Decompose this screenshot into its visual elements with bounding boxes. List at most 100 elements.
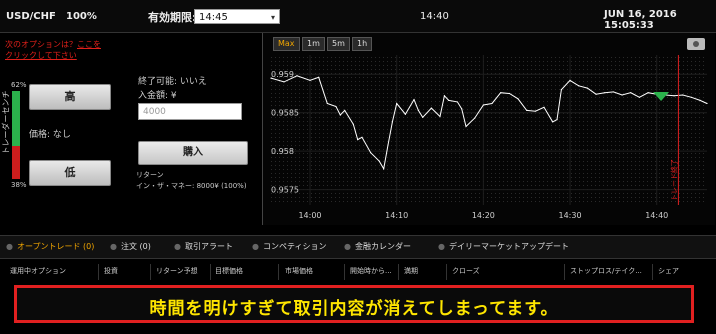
price-point bbox=[621, 94, 623, 96]
price-point bbox=[296, 75, 298, 77]
price-point bbox=[318, 76, 320, 78]
price-point bbox=[604, 92, 606, 94]
currency-pair[interactable]: USD/CHF bbox=[6, 11, 56, 22]
price-point bbox=[357, 139, 359, 141]
x-tick-label: 14:00 bbox=[298, 211, 321, 220]
annotation-text: 時間を明けすぎて取引内容が消えてしまってます。 bbox=[149, 299, 559, 319]
price-point bbox=[630, 92, 632, 94]
price-point bbox=[682, 94, 684, 96]
tab-economic-calendar[interactable]: ● 金融カレンダー bbox=[344, 241, 411, 252]
price-point bbox=[339, 114, 341, 116]
price-point bbox=[439, 115, 441, 118]
tab-competition[interactable]: ● コンペティション bbox=[252, 241, 327, 252]
expiry-label: 有効期限: bbox=[148, 11, 197, 24]
low-button[interactable]: 低 bbox=[29, 160, 111, 186]
tab-orders[interactable]: ● 注文 (0) bbox=[110, 241, 151, 252]
price-point bbox=[378, 160, 380, 162]
column-header: ストップロス/テイク... bbox=[570, 267, 642, 275]
amount-label: 入金額: ¥ bbox=[138, 91, 177, 101]
top-bar: USD/CHF 100% 有効期限: 14:45 ▾ 14:40 JUN 16,… bbox=[0, 0, 716, 33]
price-point bbox=[383, 168, 385, 170]
column-header: 市場価格 bbox=[285, 267, 313, 275]
y-tick-label: 0.959 bbox=[271, 70, 294, 79]
column-header: 満期 bbox=[404, 267, 418, 275]
price-point bbox=[552, 121, 554, 123]
price-point bbox=[370, 152, 372, 154]
price-point bbox=[361, 136, 363, 138]
column-header: クローズ bbox=[452, 267, 480, 275]
column-divider bbox=[344, 264, 345, 280]
bottom-tabs: ● オープントレード (0) ● 注文 (0) ● 取引アラート ● コンペティション … bbox=[0, 235, 716, 259]
price-point bbox=[673, 95, 675, 97]
gauge-top-percent: 62% bbox=[11, 81, 27, 89]
trader-sentiment-label: トレーダーセンチ bbox=[1, 90, 11, 155]
column-divider bbox=[652, 264, 653, 280]
price-point bbox=[556, 119, 558, 121]
price-point bbox=[482, 104, 484, 106]
price-point bbox=[391, 121, 393, 123]
high-button[interactable]: 高 bbox=[29, 84, 111, 110]
column-divider bbox=[98, 264, 99, 280]
x-tick-label: 14:10 bbox=[385, 211, 408, 220]
column-divider bbox=[278, 264, 279, 280]
column-header: 目標価格 bbox=[215, 267, 243, 275]
price-point bbox=[326, 102, 328, 105]
column-divider bbox=[150, 264, 151, 280]
x-tick-label: 14:30 bbox=[559, 211, 582, 220]
price-point bbox=[270, 77, 272, 79]
price-point bbox=[309, 79, 311, 81]
price-point bbox=[456, 101, 458, 103]
expiry-clock: 14:40 bbox=[420, 11, 449, 22]
price-point bbox=[283, 81, 285, 83]
tab-label: オープントレード (0) bbox=[16, 242, 95, 251]
price-point bbox=[404, 113, 406, 115]
price-point bbox=[690, 96, 692, 98]
column-divider bbox=[210, 264, 211, 280]
price-point bbox=[647, 92, 649, 94]
column-divider bbox=[398, 264, 399, 280]
y-tick-label: 0.9575 bbox=[271, 186, 299, 195]
price-point bbox=[352, 123, 354, 125]
return-label: リターン bbox=[136, 171, 164, 179]
direction-panel: 次のオプションは？ここをクリックして下さい 62% 38% トレーダーセンチ 高… bbox=[0, 33, 125, 225]
price-point bbox=[387, 144, 389, 146]
price-point bbox=[543, 106, 545, 108]
payout-percent: 100% bbox=[66, 11, 97, 22]
price-point bbox=[569, 79, 571, 81]
expiry-marker-label: トレード終了 bbox=[669, 159, 678, 201]
current-datetime: JUN 16, 2016 15:05:33 bbox=[604, 9, 677, 31]
price-point bbox=[474, 117, 476, 119]
end-possible-label: 終了可能: いいえ bbox=[138, 77, 207, 87]
price-point bbox=[560, 89, 562, 91]
price-point bbox=[430, 107, 432, 109]
chart-background-pattern bbox=[271, 55, 707, 205]
price-point bbox=[461, 108, 463, 110]
expiry-select[interactable]: 14:45 ▾ bbox=[194, 9, 280, 24]
x-tick-label: 14:20 bbox=[472, 211, 495, 220]
price-point bbox=[638, 96, 640, 98]
chevron-down-icon: ▾ bbox=[270, 13, 275, 22]
column-divider bbox=[446, 264, 447, 280]
tab-open-trades[interactable]: ● オープントレード (0) bbox=[6, 241, 94, 252]
price-point bbox=[413, 99, 415, 101]
y-tick-label: 0.9585 bbox=[271, 109, 299, 118]
column-header: リターン予想 bbox=[156, 267, 198, 275]
trade-table-header: 運用中オプション 投資 リターン予想 目標価格 市場価格 開始時から... 満期… bbox=[0, 266, 716, 280]
tab-daily-market-update[interactable]: ● デイリーマーケットアップデート bbox=[438, 241, 569, 252]
price-point bbox=[612, 91, 614, 93]
tab-label: デイリーマーケットアップデート bbox=[448, 242, 569, 251]
price-chart[interactable]: Max 1m 5m 1h 0.959 0.9585 0.958 0.9575 14:00… bbox=[262, 33, 715, 225]
price-point bbox=[526, 109, 528, 111]
price-point bbox=[448, 99, 450, 101]
price-point bbox=[595, 93, 597, 95]
price-point bbox=[578, 85, 580, 87]
tab-trade-alerts[interactable]: ● 取引アラート bbox=[174, 241, 233, 252]
gauge-up-fill bbox=[12, 91, 20, 146]
price-point bbox=[335, 105, 337, 108]
next-option-notice: 次のオプションは？ここをクリックして下さい bbox=[5, 39, 105, 61]
column-header: 運用中オプション bbox=[10, 267, 66, 275]
amount-input[interactable]: 4000 bbox=[138, 103, 242, 120]
buy-button[interactable]: 購入 bbox=[138, 141, 248, 165]
price-point bbox=[699, 99, 701, 101]
expiry-value: 14:45 bbox=[199, 12, 228, 23]
